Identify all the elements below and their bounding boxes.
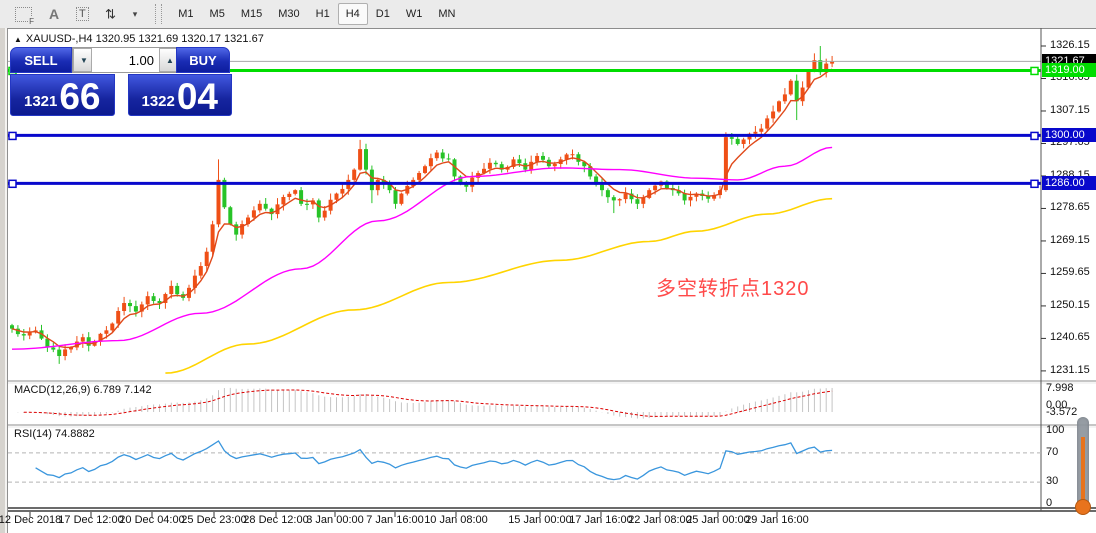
timeframe-H4[interactable]: H4 [337, 3, 368, 25]
time-tick-label: 10 Jan 08:00 [424, 514, 488, 526]
price-badge-1300.00: 1300.00 [1042, 128, 1096, 143]
sell-price-display[interactable]: 1321 66 [10, 74, 115, 116]
price-tick-label: 1231.15 [1050, 363, 1090, 376]
chart-text-annotation: 多空转折点1320 [656, 278, 810, 300]
rsi-indicator-label: RSI(14) 74.8882 [14, 428, 95, 440]
sell-price-handle: 1321 [23, 93, 58, 110]
trade-panel-price-row: 1321 66 1322 04 [10, 74, 232, 116]
thermometer-stem [1081, 437, 1085, 501]
volume-decrease-button[interactable]: ▼ [73, 48, 92, 72]
timeframe-M1[interactable]: M1 [170, 3, 201, 25]
volume-input[interactable] [92, 48, 159, 72]
time-tick-label: 7 Jan 16:00 [366, 514, 424, 526]
timeframe-D1[interactable]: D1 [368, 3, 398, 25]
chart-title: ▲ XAUUSD-,H4 1320.95 1321.69 1320.17 1321… [14, 33, 264, 45]
font-a-icon[interactable]: A [41, 3, 67, 25]
collapse-triangle-icon: ▲ [14, 35, 22, 44]
volume-stepper: ▼ ▲ [72, 47, 178, 73]
macd-indicator-label: MACD(12,26,9) 6.789 7.142 [14, 384, 152, 396]
sell-price-pips: 66 [59, 75, 101, 117]
buy-price-display[interactable]: 1322 04 [127, 74, 232, 117]
dropdown-caret-icon[interactable]: ▾ [126, 3, 145, 25]
dotted-box-icon: F [15, 6, 35, 26]
buy-price-handle: 1322 [141, 93, 175, 110]
indicator-scale-label: 100 [1046, 424, 1065, 436]
text-label-icon[interactable]: T [69, 3, 96, 25]
price-tick-label: 1269.15 [1050, 233, 1090, 246]
price-badge-1286.00: 1286.00 [1042, 176, 1096, 191]
timeframe-M30[interactable]: M30 [270, 3, 307, 25]
indicator-scale-label: 0 [1046, 497, 1053, 509]
price-tick-label: 1326.15 [1050, 39, 1090, 51]
time-tick-label: 25 Dec 23:00 [181, 514, 247, 526]
timeframe-MN[interactable]: MN [430, 3, 463, 25]
price-badge-1319.00: 1319.00 [1042, 63, 1096, 78]
trade-panel-top-row: SELL ▼ ▲ BUY [10, 47, 232, 73]
time-tick-label: 17 Jan 16:00 [569, 514, 633, 526]
timeframe-M5[interactable]: M5 [202, 3, 233, 25]
time-tick-label: 17 Dec 12:00 [58, 514, 124, 526]
timeframe-W1[interactable]: W1 [398, 3, 431, 25]
time-tick-label: 12 Dec 2018 [0, 514, 62, 526]
time-tick-label: 25 Jan 00:00 [686, 514, 750, 526]
indicator-scale-label: 7.998 [1046, 382, 1074, 394]
window-left-border [0, 28, 8, 533]
thermometer-bulb [1075, 499, 1091, 515]
time-tick-label: 3 Jan 00:00 [306, 514, 364, 526]
indicator-scale-label: 30 [1046, 475, 1059, 487]
template-grid-icon[interactable]: F [8, 3, 39, 26]
price-tick-label: 1307.15 [1050, 103, 1090, 116]
buy-price-pips: 04 [176, 75, 219, 117]
one-click-trading-panel: SELL ▼ ▲ BUY 132166 132204 [10, 47, 232, 116]
price-tick-label: 1240.65 [1050, 331, 1090, 344]
time-tick-label: 20 Dec 04:00 [119, 514, 185, 526]
mt4-window: F A T ⇄ ▾ M1 M5 M15 M30 H1 H4 D1 W1 MN ▲ XAUUSD-,… [0, 0, 1096, 533]
timeframe-M15[interactable]: M15 [233, 3, 270, 25]
price-tick-label: 1250.15 [1050, 298, 1090, 311]
buy-button[interactable]: BUY [176, 47, 230, 73]
price-tick-label: 1278.65 [1050, 201, 1090, 214]
sell-button[interactable]: SELL [10, 47, 72, 73]
time-tick-label: 29 Jan 16:00 [745, 514, 809, 526]
timeframe-bar: M1 M5 M15 M30 H1 H4 D1 W1 MN [170, 3, 463, 25]
time-tick-label: 28 Dec 12:00 [243, 514, 309, 526]
thermometer-widget [1073, 417, 1093, 518]
cursor-arrows-icon[interactable]: ⇄ [98, 3, 124, 25]
time-tick-label: 15 Jan 00:00 [508, 514, 572, 526]
toolbar-grip[interactable] [155, 4, 163, 24]
time-tick-label: 22 Jan 08:00 [628, 514, 692, 526]
indicator-scale-label: 70 [1046, 446, 1059, 458]
price-tick-label: 1259.65 [1050, 266, 1090, 279]
toolbar: F A T ⇄ ▾ M1 M5 M15 M30 H1 H4 D1 W1 MN [0, 0, 1096, 29]
timeframe-H1[interactable]: H1 [308, 3, 338, 25]
